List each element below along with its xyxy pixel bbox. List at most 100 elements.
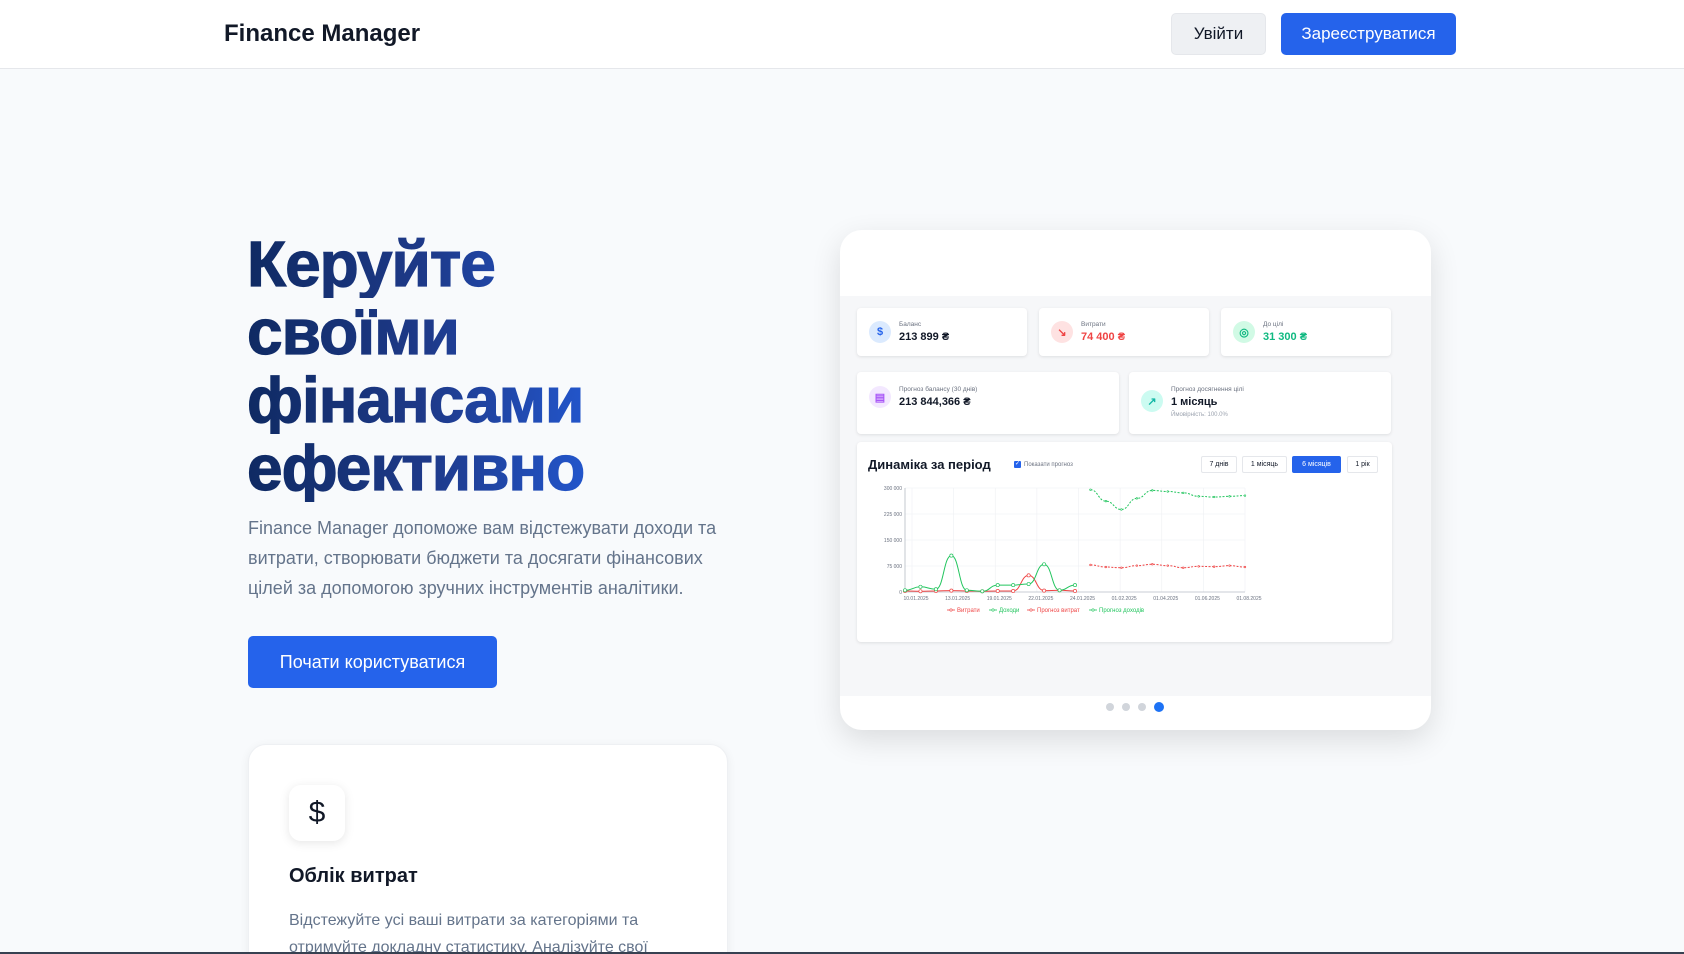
checkbox-checked-icon[interactable]: ✓ — [1014, 461, 1021, 468]
legend-label: Прогноз витрат — [1037, 608, 1080, 614]
period-button-7d[interactable]: 7 днів — [1201, 456, 1237, 473]
data-point — [1212, 565, 1216, 568]
feature-card-expenses: $ Облік витрат Відстежуйте усі ваші витр… — [248, 744, 728, 954]
data-point — [995, 589, 1000, 593]
data-point — [1089, 563, 1092, 567]
x-tick-label: 01.06.2025 — [1195, 596, 1220, 602]
data-point — [1243, 565, 1247, 569]
data-point — [918, 589, 923, 594]
series-line — [1090, 489, 1246, 510]
data-point — [1057, 588, 1062, 593]
feature-text: Відстежуйте усі ваші витрати за категорі… — [289, 912, 648, 954]
carousel-dots — [1106, 702, 1164, 712]
data-point — [1182, 566, 1185, 569]
x-tick-label: 24.01.2025 — [1070, 596, 1095, 602]
calculator-icon: ▤ — [869, 386, 891, 408]
data-point — [1120, 566, 1123, 569]
hero-title-line: фінансами — [246, 365, 767, 434]
stat-card-goal: ◎ До цілі 31 300 ₴ — [1221, 308, 1391, 356]
period-button-6m[interactable]: 6 місяців — [1292, 456, 1341, 473]
dollar-icon: $ — [289, 785, 345, 841]
data-point — [1042, 588, 1047, 593]
data-point — [980, 589, 985, 594]
x-tick-label: 10.01.2025 — [903, 596, 928, 602]
login-button[interactable]: Увійти — [1171, 13, 1266, 55]
hero-title-line: своїми — [246, 297, 767, 366]
hero-title-line: ефективно — [246, 433, 767, 502]
legend-marker — [991, 608, 995, 612]
y-tick-label: 300 000 — [884, 486, 902, 492]
data-point — [1011, 589, 1016, 593]
chart-title: Динаміка за період — [868, 457, 991, 472]
legend-marker — [949, 608, 953, 612]
data-point — [1135, 564, 1138, 567]
dollar-icon: $ — [869, 321, 891, 343]
trend-down-icon: ↘ — [1051, 321, 1073, 343]
stat-card-expenses: ↘ Витрати 74 400 ₴ — [1039, 308, 1209, 356]
brand-logo[interactable]: Finance Manager — [224, 20, 420, 48]
period-button-1m[interactable]: 1 місяць — [1242, 456, 1287, 473]
stat-value: 213 899 ₴ — [899, 331, 950, 343]
forecast-toggle[interactable]: ✓ Показати прогноз — [1014, 461, 1073, 468]
carousel-dot[interactable] — [1106, 703, 1114, 711]
data-point — [995, 583, 1000, 588]
y-tick-label: 75 000 — [887, 564, 903, 570]
data-point — [903, 588, 907, 593]
carousel-dot[interactable] — [1122, 703, 1130, 711]
signup-button[interactable]: Зареєструватися — [1281, 13, 1456, 55]
data-point — [1151, 563, 1154, 566]
data-point — [933, 587, 938, 592]
legend-marker — [1029, 608, 1033, 612]
x-tick-label: 22.01.2025 — [1028, 596, 1053, 602]
data-point — [1228, 564, 1231, 567]
data-point — [1135, 497, 1138, 500]
forecast-goal-probability: Ймовірність: 100.0% — [1171, 412, 1228, 418]
dashboard-preview: $ Баланс 213 899 ₴ ↘ Витрати 74 400 ₴ ◎ … — [840, 230, 1431, 730]
data-point — [1151, 489, 1154, 492]
x-tick-label: 19.01.2025 — [987, 596, 1012, 602]
hero-title-line: Керуйте — [246, 229, 767, 298]
data-point — [1166, 564, 1169, 567]
data-point — [949, 588, 954, 593]
data-point — [1166, 490, 1169, 493]
forecast-goal-value: 1 місяць — [1171, 396, 1218, 408]
data-point — [1073, 589, 1077, 593]
data-point — [964, 588, 969, 593]
get-started-button[interactable]: Почати користуватися — [248, 636, 497, 688]
x-tick-label: 01.08.2025 — [1236, 596, 1261, 602]
data-point — [949, 553, 954, 558]
y-tick-label: 0 — [899, 590, 902, 596]
data-point — [1089, 488, 1092, 491]
data-point — [1073, 583, 1077, 588]
hero-title: Керуйте своїми фінансами ефективно — [246, 229, 767, 502]
data-point — [1243, 494, 1247, 497]
dashboard-preview-content: $ Баланс 213 899 ₴ ↘ Витрати 74 400 ₴ ◎ … — [840, 296, 1431, 696]
carousel-dot[interactable] — [1138, 703, 1146, 711]
stat-value: 31 300 ₴ — [1263, 331, 1308, 343]
forecast-goal-label: Прогноз досягнення цілі — [1171, 386, 1244, 393]
legend-label: Витрати — [957, 608, 980, 614]
y-tick-label: 150 000 — [884, 538, 902, 544]
data-point — [1026, 573, 1031, 578]
dynamics-line-chart: 300 000 225 000 150 000 75 000 010.01.2025 13… — [884, 486, 1262, 614]
hero-description: Finance Manager допоможе вам відстежуват… — [248, 518, 717, 598]
carousel-dot-active[interactable] — [1154, 702, 1164, 712]
stat-label: Витрати — [1081, 321, 1106, 328]
data-point — [1011, 583, 1016, 588]
data-point — [1197, 495, 1200, 498]
legend-label: Прогноз доходів — [1099, 608, 1144, 614]
legend-label: Доходи — [999, 608, 1019, 614]
forecast-toggle-label: Показати прогноз — [1024, 461, 1073, 468]
feature-title: Облік витрат — [289, 865, 418, 887]
data-point — [1228, 495, 1231, 498]
forecast-balance-label: Прогноз балансу (30 днів) — [899, 386, 978, 393]
data-point — [1104, 500, 1108, 503]
data-point — [1197, 565, 1200, 568]
stat-card-balance: $ Баланс 213 899 ₴ — [857, 308, 1027, 356]
stat-label: До цілі — [1263, 321, 1284, 328]
stat-label: Баланс — [899, 321, 922, 328]
period-button-1y[interactable]: 1 рік — [1347, 456, 1378, 473]
dynamics-chart-card: Динаміка за період ✓ Показати прогноз 7 … — [857, 442, 1392, 642]
data-point — [1026, 582, 1031, 586]
data-point — [1042, 562, 1047, 567]
